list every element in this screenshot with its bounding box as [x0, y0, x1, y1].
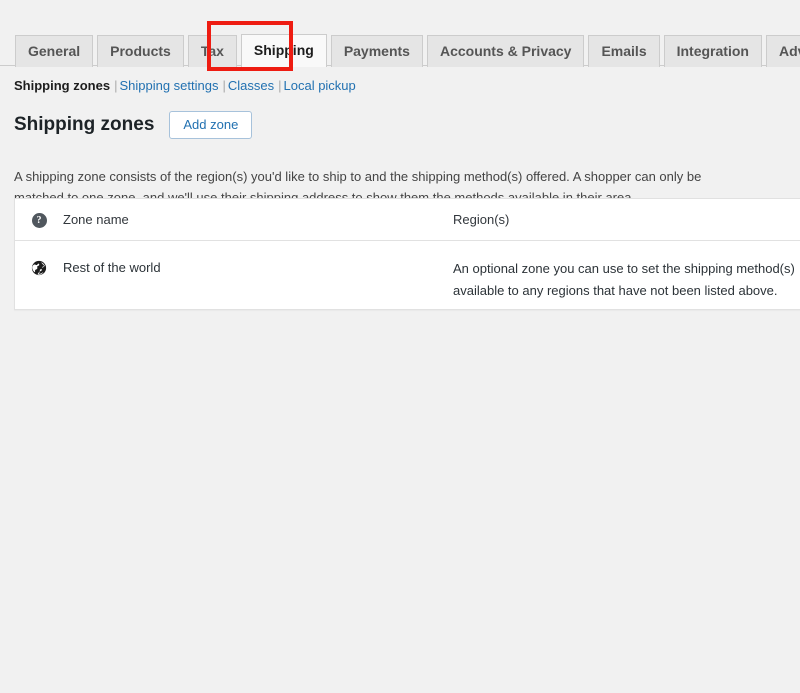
subnav-item-shipping-settings[interactable]: Shipping settings — [119, 78, 218, 93]
table-header-row: ? Zone name Region(s) — [15, 199, 800, 241]
shipping-subnav: Shipping zones | Shipping settings | Classes… — [14, 78, 356, 94]
subnav-separator-2: | — [222, 78, 226, 93]
settings-page: General Products Tax Shipping Payments Accoun… — [0, 0, 800, 693]
tab-shipping[interactable]: Shipping — [240, 34, 327, 67]
tab-advanced[interactable]: Advanced — [765, 35, 800, 67]
table-row[interactable]: Rest of the world An optional zone you c… — [15, 241, 800, 309]
table-header-zone-name: Zone name — [63, 212, 129, 227]
tab-products[interactable]: Products — [97, 35, 184, 67]
table-header-help-cell: ? — [15, 211, 63, 228]
help-icon[interactable]: ? — [31, 213, 47, 228]
tab-tax[interactable]: Tax — [187, 35, 237, 67]
subnav-item-classes[interactable]: Classes — [228, 78, 274, 93]
globe-icon — [31, 260, 47, 276]
subnav-separator-3: | — [278, 78, 282, 93]
table-header-regions: Region(s) — [453, 211, 510, 227]
subnav-item-shipping-zones[interactable]: Shipping zones — [14, 78, 110, 93]
tab-payments[interactable]: Payments — [330, 35, 423, 67]
page-heading-row: Shipping zones Add zone — [14, 110, 253, 140]
subnav-item-local-pickup[interactable]: Local pickup — [284, 78, 356, 93]
page-title: Shipping zones — [14, 114, 155, 135]
tab-emails[interactable]: Emails — [588, 35, 660, 67]
add-zone-button[interactable]: Add zone — [169, 111, 253, 139]
zone-icon-cell — [15, 258, 63, 276]
tab-accounts-privacy[interactable]: Accounts & Privacy — [426, 35, 585, 67]
settings-tab-bar: General Products Tax Shipping Payments Accoun… — [0, 31, 800, 67]
tab-integration[interactable]: Integration — [663, 35, 762, 67]
shipping-zones-table: ? Zone name Region(s) Rest of the world … — [14, 198, 800, 310]
tab-general[interactable]: General — [15, 35, 94, 67]
zone-name-cell[interactable]: Rest of the world — [63, 258, 453, 277]
zone-regions-cell: An optional zone you can use to set the … — [453, 261, 795, 298]
